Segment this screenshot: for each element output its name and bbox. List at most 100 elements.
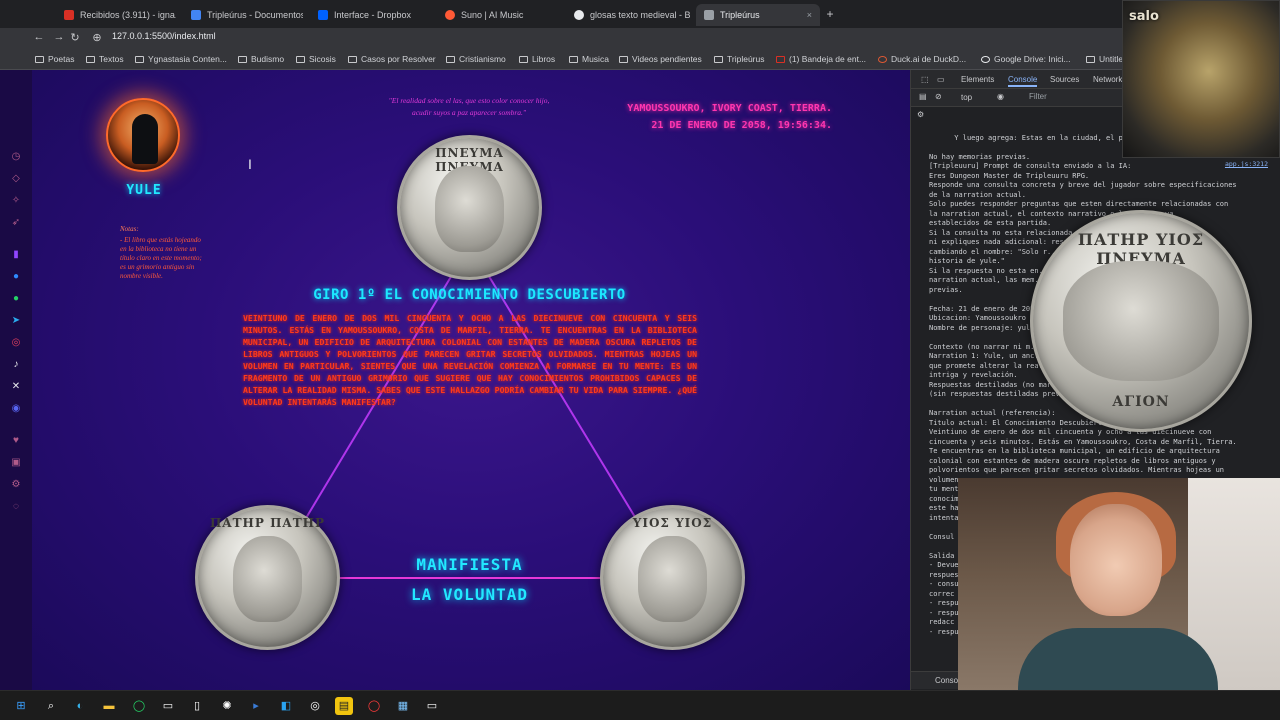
extensions-icon[interactable]: ✧ bbox=[9, 194, 23, 208]
vscode-icon[interactable]: ◧ bbox=[277, 697, 295, 715]
page-icon bbox=[1086, 55, 1095, 63]
manifest-will-button[interactable]: MANIFIESTA LA VOLUNTAD bbox=[362, 550, 577, 610]
bookmark-label: Duck.ai de DuckD... bbox=[891, 54, 967, 64]
bookmark-folder[interactable]: Poetas bbox=[35, 54, 74, 64]
game-viewport: YULE Notas: - El libro que estás hojeand… bbox=[32, 70, 910, 690]
google-icon bbox=[981, 55, 990, 63]
sticky-notes-icon[interactable]: ▤ bbox=[335, 697, 353, 715]
three-faces-icon bbox=[1063, 260, 1219, 382]
tab-docs[interactable]: Tripleúrus - Documentos bbox=[183, 4, 303, 26]
powershell-icon[interactable]: ▸ bbox=[247, 697, 265, 715]
bookmark-folder[interactable]: Libros bbox=[519, 54, 555, 64]
messenger-icon[interactable]: ● bbox=[9, 270, 23, 284]
whatsapp-icon[interactable]: ● bbox=[9, 292, 23, 306]
file-explorer-icon[interactable]: ▬ bbox=[100, 697, 118, 715]
discord-icon[interactable]: ◉ bbox=[9, 402, 23, 416]
bookmark-folder[interactable]: Ygnastasia Conten... bbox=[135, 54, 227, 64]
pater-coin[interactable]: ΠΑΤΗΡ ΠΑΤΗΡ bbox=[195, 505, 340, 650]
notepad-icon[interactable]: ▦ bbox=[394, 697, 412, 715]
streamer-face bbox=[1070, 504, 1162, 616]
address-bar[interactable]: 127.0.0.1:5500/index.html bbox=[112, 31, 216, 41]
heart-icon[interactable]: ♥ bbox=[9, 434, 23, 448]
instagram-icon[interactable]: ◎ bbox=[9, 336, 23, 350]
tab-network[interactable]: Network bbox=[1093, 75, 1122, 84]
folder-icon bbox=[296, 55, 305, 63]
window-icon[interactable]: ▭ bbox=[159, 697, 177, 715]
folder-icon bbox=[86, 55, 95, 63]
eye-icon[interactable]: ◉ bbox=[997, 92, 1004, 101]
openai-icon[interactable]: ✺ bbox=[218, 697, 236, 715]
player-avatar[interactable] bbox=[106, 98, 180, 172]
tab-google[interactable]: glosas texto medieval - Bu bbox=[566, 4, 690, 26]
bookmark-folder[interactable]: Casos por Resolver bbox=[348, 54, 436, 64]
sidebar-toggle-icon[interactable]: ▤ bbox=[919, 92, 927, 101]
bookmark-folder[interactable]: Cristianismo bbox=[446, 54, 506, 64]
coin-legend: ΠΑΤΗΡ ΠΑΤΗΡ bbox=[209, 516, 326, 531]
device-icon[interactable]: ▭ bbox=[937, 75, 945, 84]
bookmark-label: Musica bbox=[582, 54, 609, 64]
tab-sources[interactable]: Sources bbox=[1050, 75, 1079, 84]
tab-label: Tripleúrus bbox=[720, 10, 760, 20]
tab-gmail[interactable]: Recibidos (3.911) - igna.ro bbox=[56, 4, 176, 26]
terminal-icon[interactable]: ▭ bbox=[423, 697, 441, 715]
arrow-icon[interactable]: ➶ bbox=[9, 216, 23, 230]
uios-coin[interactable]: ΥΙΟΣ ΥΙΟΣ bbox=[600, 505, 745, 650]
notes-text: - El libro que estás hojeando en la bibl… bbox=[120, 236, 202, 280]
tab-tripleurus[interactable]: Tripleúrus × bbox=[696, 4, 820, 26]
phone-icon[interactable]: ▯ bbox=[188, 697, 206, 715]
bookmark-drive[interactable]: Google Drive: Inici... bbox=[981, 54, 1071, 64]
bookmark-label: Videos pendientes bbox=[632, 54, 702, 64]
bookmark-folder[interactable]: Tripleúrus bbox=[714, 54, 764, 64]
tab-suno[interactable]: Suno | AI Music bbox=[437, 4, 559, 26]
tab-elements[interactable]: Elements bbox=[961, 75, 994, 84]
edge-icon[interactable]: ◐ bbox=[71, 697, 89, 715]
source-link[interactable]: app.js:3212 bbox=[1225, 160, 1268, 170]
folder-icon bbox=[238, 55, 247, 63]
close-tab-icon[interactable]: × bbox=[807, 10, 812, 20]
history-icon[interactable]: ◷ bbox=[9, 150, 23, 164]
site-info-icon[interactable]: ⊕ bbox=[90, 31, 104, 44]
whatsapp-icon[interactable]: ◯ bbox=[130, 697, 148, 715]
screen: Recibidos (3.911) - igna.ro Tripleúrus -… bbox=[0, 0, 1280, 720]
pneuma-coin[interactable]: ΠΝΕΥΜΑ ΠΝΕΥΜΑ bbox=[397, 135, 542, 280]
chrome-icon[interactable]: ◎ bbox=[306, 697, 324, 715]
player-name: YULE bbox=[126, 183, 162, 198]
settings-icon[interactable]: ⚙ bbox=[9, 478, 23, 492]
x-icon[interactable]: ✕ bbox=[9, 380, 23, 394]
coin-legend: ΥΙΟΣ ΥΙΟΣ bbox=[632, 516, 713, 531]
bookmark-folder[interactable]: Musica bbox=[569, 54, 609, 64]
tiktok-icon[interactable]: ♪ bbox=[9, 358, 23, 372]
twitch-icon[interactable]: ▮ bbox=[9, 248, 23, 262]
webcam-overlay bbox=[958, 478, 1280, 690]
back-icon[interactable]: ← bbox=[32, 31, 46, 43]
tab-console[interactable]: Console bbox=[1008, 75, 1038, 87]
bookmark-folder[interactable]: Budismo bbox=[238, 54, 284, 64]
wallet-icon[interactable]: ▣ bbox=[9, 456, 23, 470]
bookmark-gmail[interactable]: (1) Bandeja de ent... bbox=[776, 54, 866, 64]
folder-icon bbox=[348, 55, 357, 63]
bookmark-label: Casos por Resolver bbox=[361, 54, 436, 64]
new-tab-button[interactable]: + bbox=[823, 7, 837, 21]
bookmark-folder[interactable]: Textos bbox=[86, 54, 124, 64]
trinity-coin-overlay: ΠΑΤΗΡ ΥΙΟΣ ΠΝΕΥΜΑ ΑΓΙΟΝ bbox=[1030, 210, 1252, 432]
reload-icon[interactable]: ↻ bbox=[68, 31, 82, 44]
tab-dropbox[interactable]: Interface - Dropbox bbox=[310, 4, 430, 26]
telegram-icon[interactable]: ➤ bbox=[9, 314, 23, 328]
forward-icon[interactable]: → bbox=[52, 31, 66, 43]
filter-input[interactable]: Filter bbox=[1029, 92, 1047, 101]
opera-icon[interactable]: ◯ bbox=[365, 697, 383, 715]
bookmark-untitled[interactable]: Untitle bbox=[1086, 54, 1123, 64]
bookmark-duckai[interactable]: Duck.ai de DuckD... bbox=[878, 54, 966, 64]
search-icon[interactable]: ⌕ bbox=[42, 697, 60, 715]
bookmark-folder[interactable]: Sicosis bbox=[296, 54, 336, 64]
context-selector[interactable]: top bbox=[961, 93, 972, 102]
bookmark-folder[interactable]: Videos pendientes bbox=[619, 54, 702, 64]
windows-start-icon[interactable]: ⊞ bbox=[12, 697, 30, 715]
gear-icon[interactable]: ⚙ bbox=[917, 110, 924, 119]
clear-console-icon[interactable]: ⊘ bbox=[935, 92, 942, 101]
bookmark-label: Budismo bbox=[251, 54, 285, 64]
bag-icon[interactable]: ◇ bbox=[9, 172, 23, 186]
more-icon[interactable]: ◌ bbox=[9, 500, 23, 514]
inspect-icon[interactable]: ⬚ bbox=[921, 75, 929, 84]
folder-icon bbox=[35, 55, 44, 63]
